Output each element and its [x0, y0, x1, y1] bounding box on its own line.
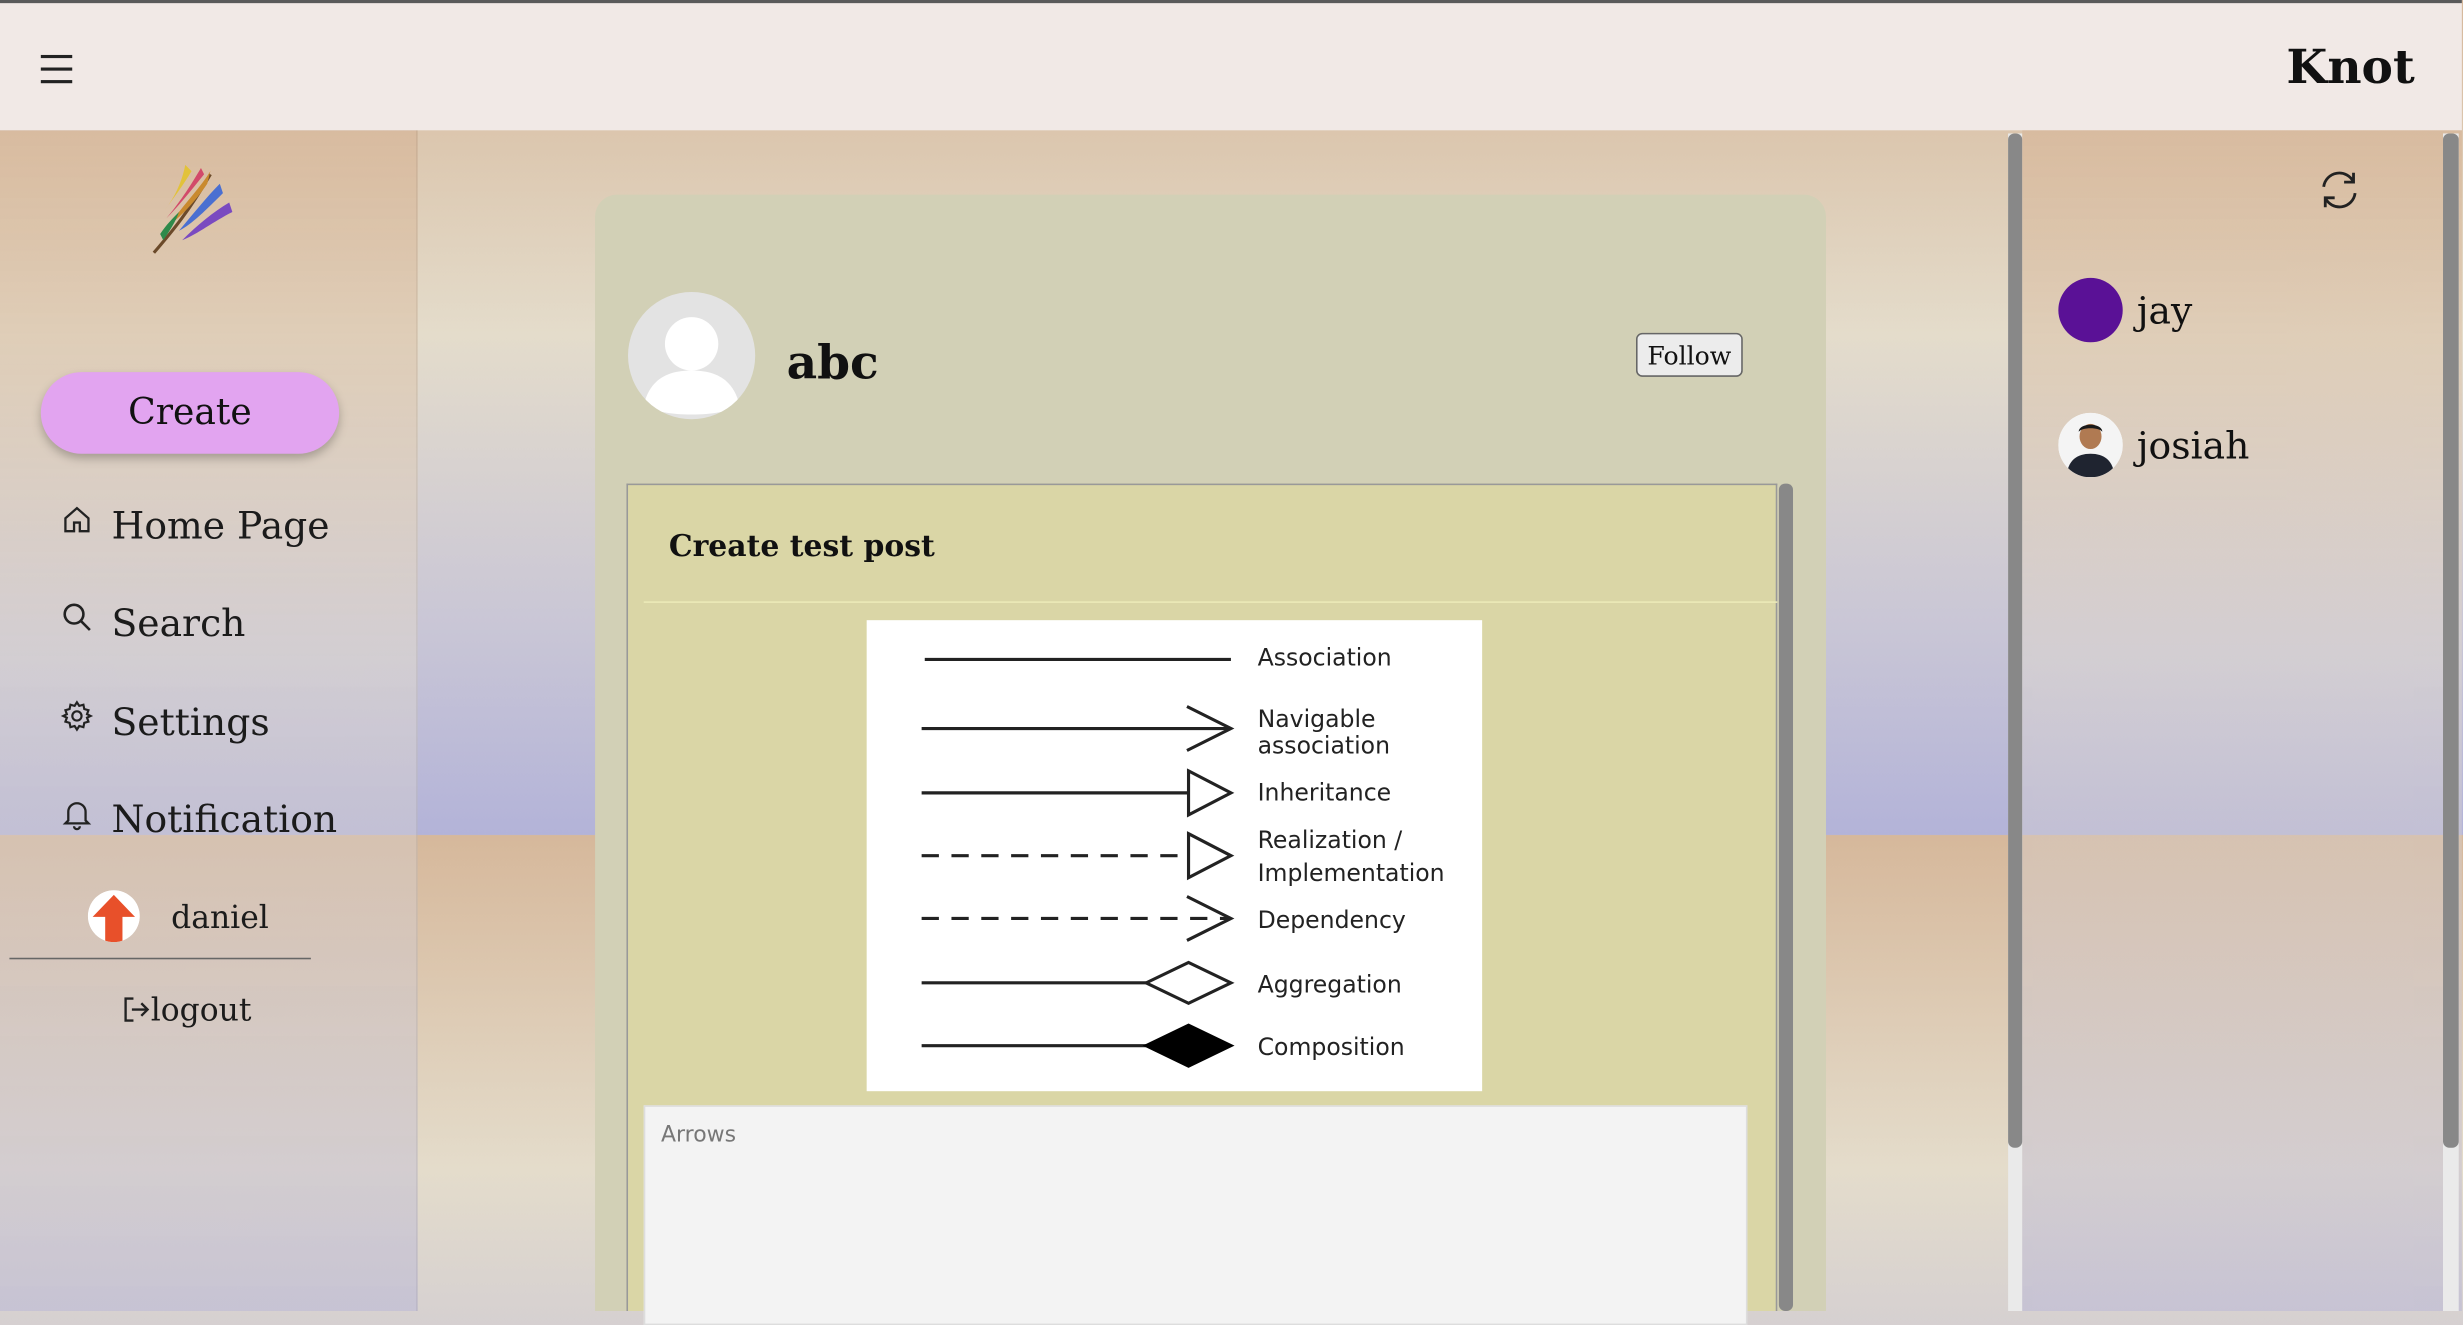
profile-name: abc — [786, 335, 879, 391]
logout-button[interactable]: logout — [122, 990, 252, 1029]
label-implementation: Implementation — [1258, 859, 1445, 887]
menu-icon[interactable] — [38, 52, 79, 87]
post-title: Create test post — [668, 529, 935, 564]
up-arrow-icon — [87, 890, 140, 943]
logout-icon — [124, 997, 150, 1022]
post-scrollbar[interactable] — [1778, 483, 1794, 1311]
nav-item-label: Search — [111, 601, 246, 646]
nav-item-label: Notification — [111, 797, 338, 842]
label-composition: Composition — [1258, 1033, 1405, 1061]
feather-logo-icon — [152, 164, 233, 254]
label-dependency: Dependency — [1258, 906, 1406, 934]
nav-item-label: Settings — [111, 700, 270, 745]
post-caption-box[interactable]: Arrows — [643, 1105, 1748, 1325]
uml-arrows-diagram: Association Navigable association Inheri… — [921, 644, 1445, 1068]
main-scrollbar[interactable] — [2008, 133, 2023, 1312]
person-photo-icon — [2058, 412, 2123, 478]
nav-item-label: Home Page — [111, 503, 330, 548]
home-icon — [64, 506, 90, 533]
label-inheritance: Inheritance — [1258, 779, 1392, 807]
profile-avatar — [628, 292, 756, 420]
current-user[interactable]: daniel — [87, 890, 269, 943]
label-aggregation: Aggregation — [1258, 970, 1402, 998]
post-card: Create test post Association Navigable a… — [626, 483, 1778, 1325]
app-brand[interactable]: Knot — [2286, 41, 2414, 96]
bell-icon — [62, 802, 92, 831]
label-navigable: Navigable — [1258, 705, 1376, 733]
user-item-name: josiah — [2136, 423, 2250, 468]
label-association: Association — [1258, 644, 1392, 672]
default-avatar-icon — [643, 317, 740, 415]
avatar — [2058, 277, 2123, 343]
post-caption: Arrows — [660, 1122, 737, 1148]
user-item-josiah[interactable]: josiah — [2058, 412, 2250, 478]
avatar — [2058, 412, 2123, 478]
refresh-icon[interactable] — [2316, 166, 2363, 213]
profile-card: abc Follow Create test post Association … — [595, 194, 1826, 1325]
divider — [9, 957, 311, 960]
gear-icon — [60, 700, 94, 732]
create-button[interactable]: Create — [40, 372, 340, 454]
nav-item-settings[interactable]: Settings — [60, 691, 270, 754]
post-image: Association Navigable association Inheri… — [866, 620, 1483, 1092]
scrollbar-thumb[interactable] — [2008, 133, 2023, 1148]
search-icon — [63, 603, 91, 631]
follow-button[interactable]: Follow — [1636, 332, 1743, 377]
divider — [643, 601, 1778, 603]
user-item-jay[interactable]: jay — [2058, 277, 2193, 343]
top-bar: Knot — [0, 0, 2462, 131]
sidebar: Create Home Page Search Settings Notific… — [0, 130, 418, 1312]
nav-item-notification[interactable]: Notification — [60, 788, 338, 851]
current-user-name: daniel — [171, 897, 269, 935]
nav-item-home[interactable]: Home Page — [60, 495, 330, 558]
user-item-name: jay — [2136, 288, 2193, 333]
label-navigable-2: association — [1258, 732, 1390, 760]
avatar — [87, 890, 140, 943]
nav-item-search[interactable]: Search — [60, 592, 246, 655]
label-realization: Realization / — [1258, 826, 1403, 854]
logout-label: logout — [150, 990, 252, 1029]
right-scrollbar[interactable] — [2443, 133, 2459, 1312]
scrollbar-thumb[interactable] — [2443, 133, 2459, 1148]
